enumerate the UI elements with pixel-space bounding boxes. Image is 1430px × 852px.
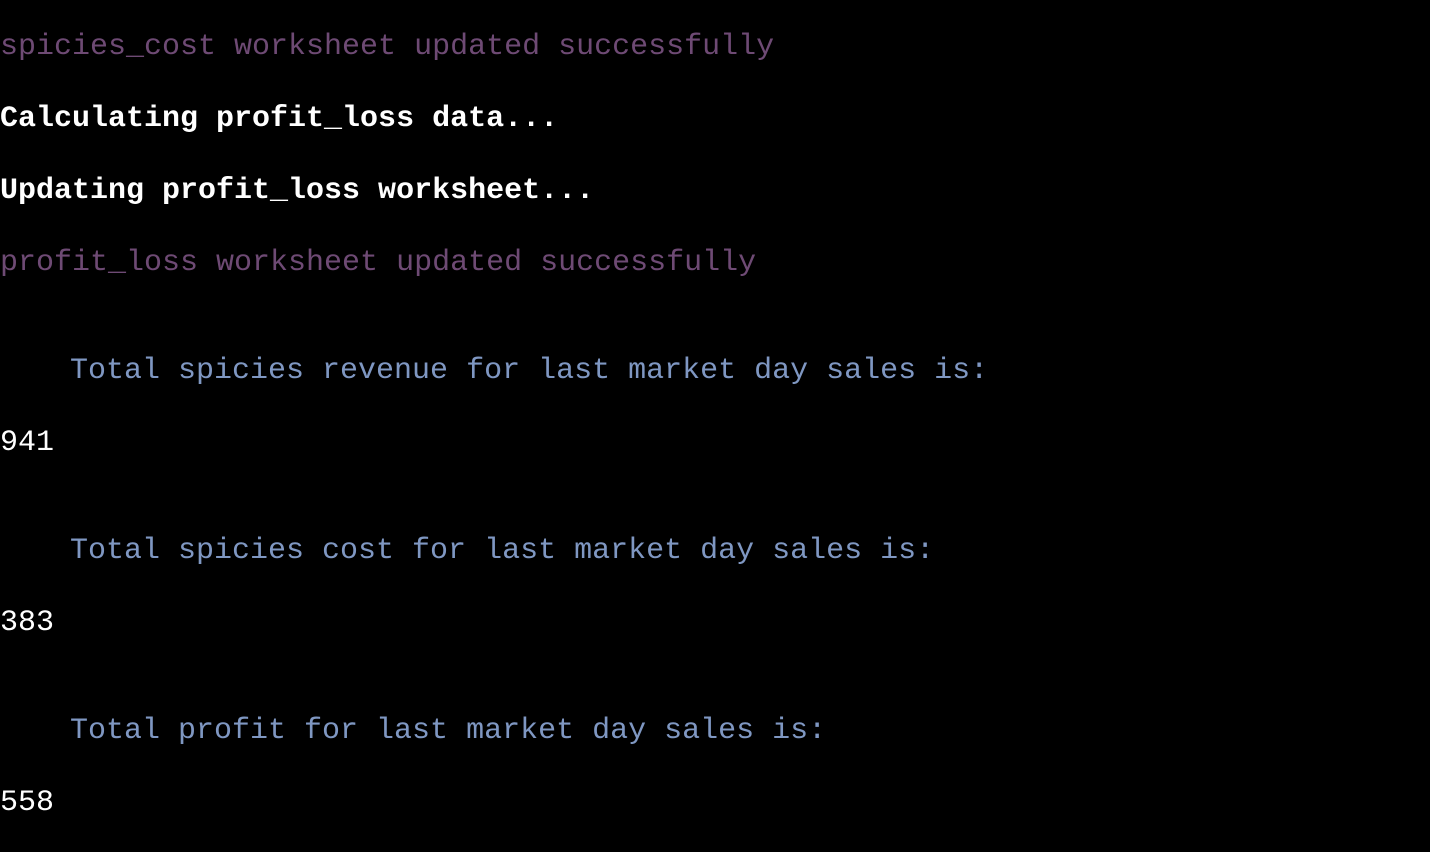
profit-value: 558	[0, 786, 55, 820]
terminal-output: spicies_cost worksheet updated successfu…	[0, 0, 1430, 852]
calculating-status-message: Calculating profit_loss data...	[0, 102, 559, 136]
profit-label: Total profit for last market day sales i…	[70, 714, 827, 748]
cost-label: Total spicies cost for last market day s…	[70, 534, 935, 568]
updating-status-message: Updating profit_loss worksheet...	[0, 174, 595, 208]
revenue-label: Total spicies revenue for last market da…	[70, 354, 989, 388]
profit-loss-success-message: profit_loss worksheet updated successful…	[0, 246, 757, 280]
cost-value: 383	[0, 606, 55, 640]
revenue-value: 941	[0, 426, 55, 460]
spicies-cost-success-message: spicies_cost worksheet updated successfu…	[0, 30, 775, 64]
